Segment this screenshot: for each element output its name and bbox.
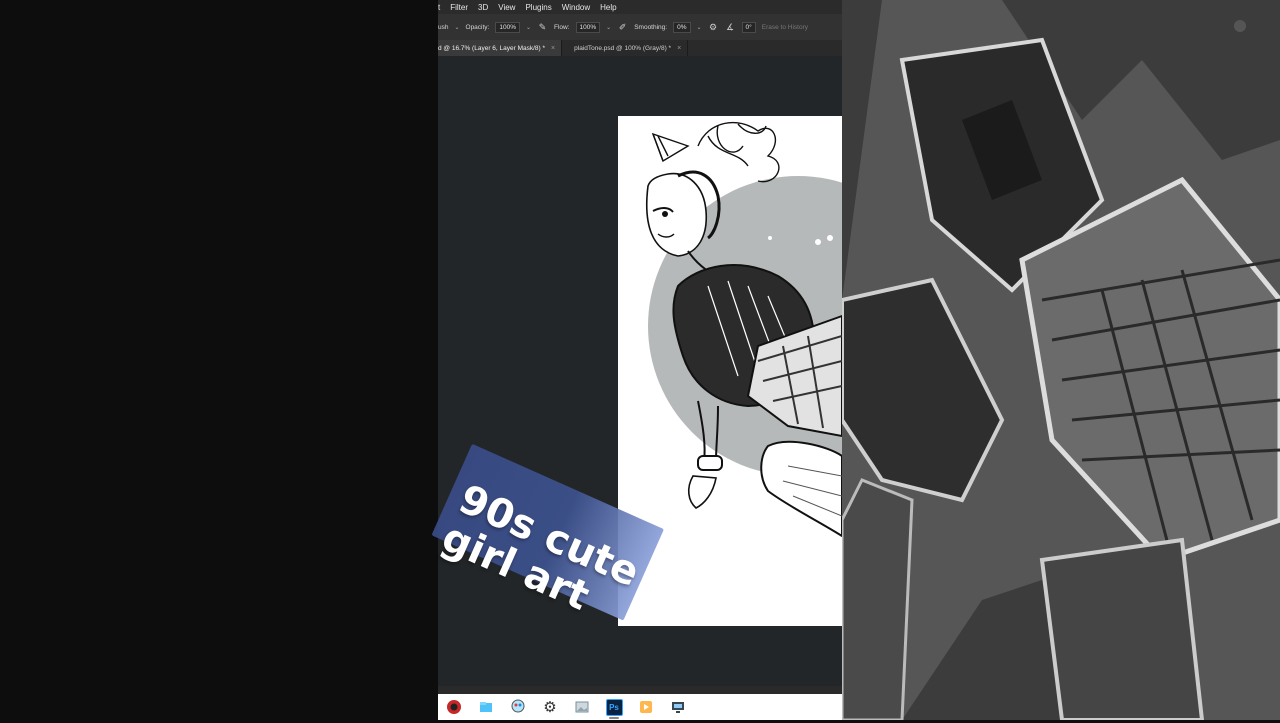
taskbar-file-explorer[interactable]	[470, 694, 502, 720]
flow-dropdown-icon[interactable]: ⌄	[606, 24, 611, 31]
menu-bar: t Filter 3D View Plugins Window Help	[438, 0, 842, 14]
menu-item-edit-partial[interactable]: t	[438, 3, 440, 12]
menu-item-plugins[interactable]: Plugins	[525, 3, 551, 12]
tab-label: d @ 16.7% (Layer 6, Layer Mask/8) *	[438, 44, 546, 52]
taskbar-remote-desktop[interactable]	[662, 694, 694, 720]
taskbar-browser[interactable]	[438, 694, 470, 720]
opacity-label: Opacity:	[465, 23, 490, 31]
left-blank-panel	[0, 0, 438, 720]
windows-taskbar: ⚙ Ps	[438, 694, 842, 720]
opacity-field[interactable]: 100%	[495, 21, 520, 33]
taskbar-media-player[interactable]	[630, 694, 662, 720]
flow-field[interactable]: 100%	[575, 21, 601, 33]
document-tabs: d @ 16.7% (Layer 6, Layer Mask/8) * × pl…	[438, 40, 842, 56]
airbrush-icon[interactable]: ✐	[617, 22, 628, 33]
smoothing-field[interactable]: 0%	[673, 21, 691, 33]
status-bar	[438, 686, 842, 694]
smoothing-dropdown-icon[interactable]: ⌄	[697, 24, 702, 31]
background-zoomed-artwork	[842, 0, 1280, 720]
browser-icon	[447, 700, 461, 714]
menu-item-window[interactable]: Window	[562, 3, 590, 12]
tab-plaidtone-doc[interactable]: plaidTone.psd @ 100% (Gray/8) * ×	[562, 40, 689, 56]
file-explorer-icon	[480, 702, 492, 712]
options-bar: ush ⌄ Opacity: 100% ⌄ ✎ Flow: 100% ⌄ ✐ S…	[438, 14, 842, 41]
close-icon[interactable]: ×	[551, 45, 555, 52]
remote-desktop-icon	[672, 702, 684, 713]
brush-mode-label[interactable]: ush	[438, 24, 448, 31]
erase-to-history-label[interactable]: Erase to History	[762, 24, 808, 31]
menu-item-help[interactable]: Help	[600, 3, 616, 12]
taskbar-paint[interactable]	[502, 694, 534, 720]
zoomed-artwork-illustration	[842, 0, 1280, 720]
pressure-opacity-icon[interactable]: ✎	[537, 22, 548, 33]
menu-item-view[interactable]: View	[498, 3, 515, 12]
angle-icon: ∡	[725, 21, 735, 32]
smoothing-label: Smoothing:	[634, 23, 668, 31]
active-indicator	[609, 717, 619, 719]
tab-label: plaidTone.psd @ 100% (Gray/8) *	[574, 44, 672, 52]
tab-layer-mask-doc[interactable]: d @ 16.7% (Layer 6, Layer Mask/8) * ×	[438, 40, 563, 56]
media-player-icon	[640, 701, 652, 713]
menu-item-filter[interactable]: Filter	[450, 3, 468, 12]
angle-field[interactable]: 0°	[741, 21, 756, 33]
close-icon[interactable]: ×	[677, 45, 681, 52]
opacity-dropdown-icon[interactable]: ⌄	[526, 24, 531, 31]
gear-icon[interactable]: ⚙	[708, 22, 719, 33]
menu-item-3d[interactable]: 3D	[478, 3, 488, 12]
paint-icon	[511, 699, 525, 713]
chevron-down-icon[interactable]: ⌄	[454, 24, 459, 31]
flow-label: Flow:	[554, 23, 570, 31]
